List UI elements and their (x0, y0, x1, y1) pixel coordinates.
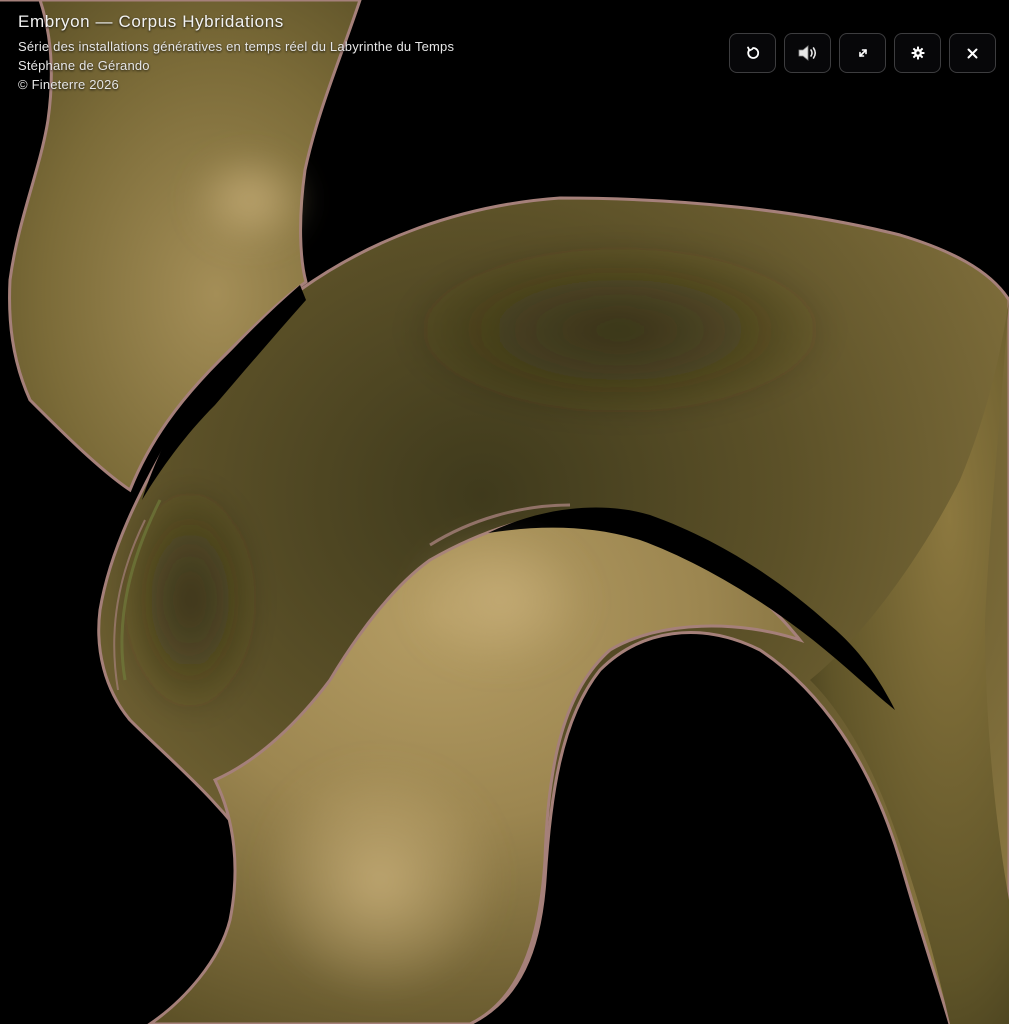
control-bar (729, 33, 996, 73)
shade-arch (400, 240, 840, 420)
gear-icon (911, 46, 925, 60)
copyright-notice: © Fineterre 2026 (18, 77, 119, 92)
artwork-info: Embryon — Corpus Hybridations Série des … (18, 12, 454, 94)
author-name: Stéphane de Gérando (18, 58, 150, 73)
artwork-title: Embryon — Corpus Hybridations (18, 12, 284, 31)
reset-button[interactable] (729, 33, 776, 73)
stage: Embryon — Corpus Hybridations Série des … (0, 0, 1009, 1024)
highlight-leg (260, 760, 500, 1000)
expand-icon (857, 47, 869, 59)
series-description: Série des installations génératives en t… (18, 39, 455, 54)
settings-button[interactable] (894, 33, 941, 73)
refresh-icon (745, 45, 761, 61)
shade-left (120, 480, 260, 720)
highlight-center (410, 530, 590, 670)
speaker-icon (797, 44, 819, 62)
fullscreen-button[interactable] (839, 33, 886, 73)
highlight-top (190, 150, 310, 250)
close-button[interactable] (949, 33, 996, 73)
close-icon (967, 48, 978, 59)
sound-button[interactable] (784, 33, 831, 73)
generative-artwork-canvas[interactable] (0, 0, 1009, 1024)
